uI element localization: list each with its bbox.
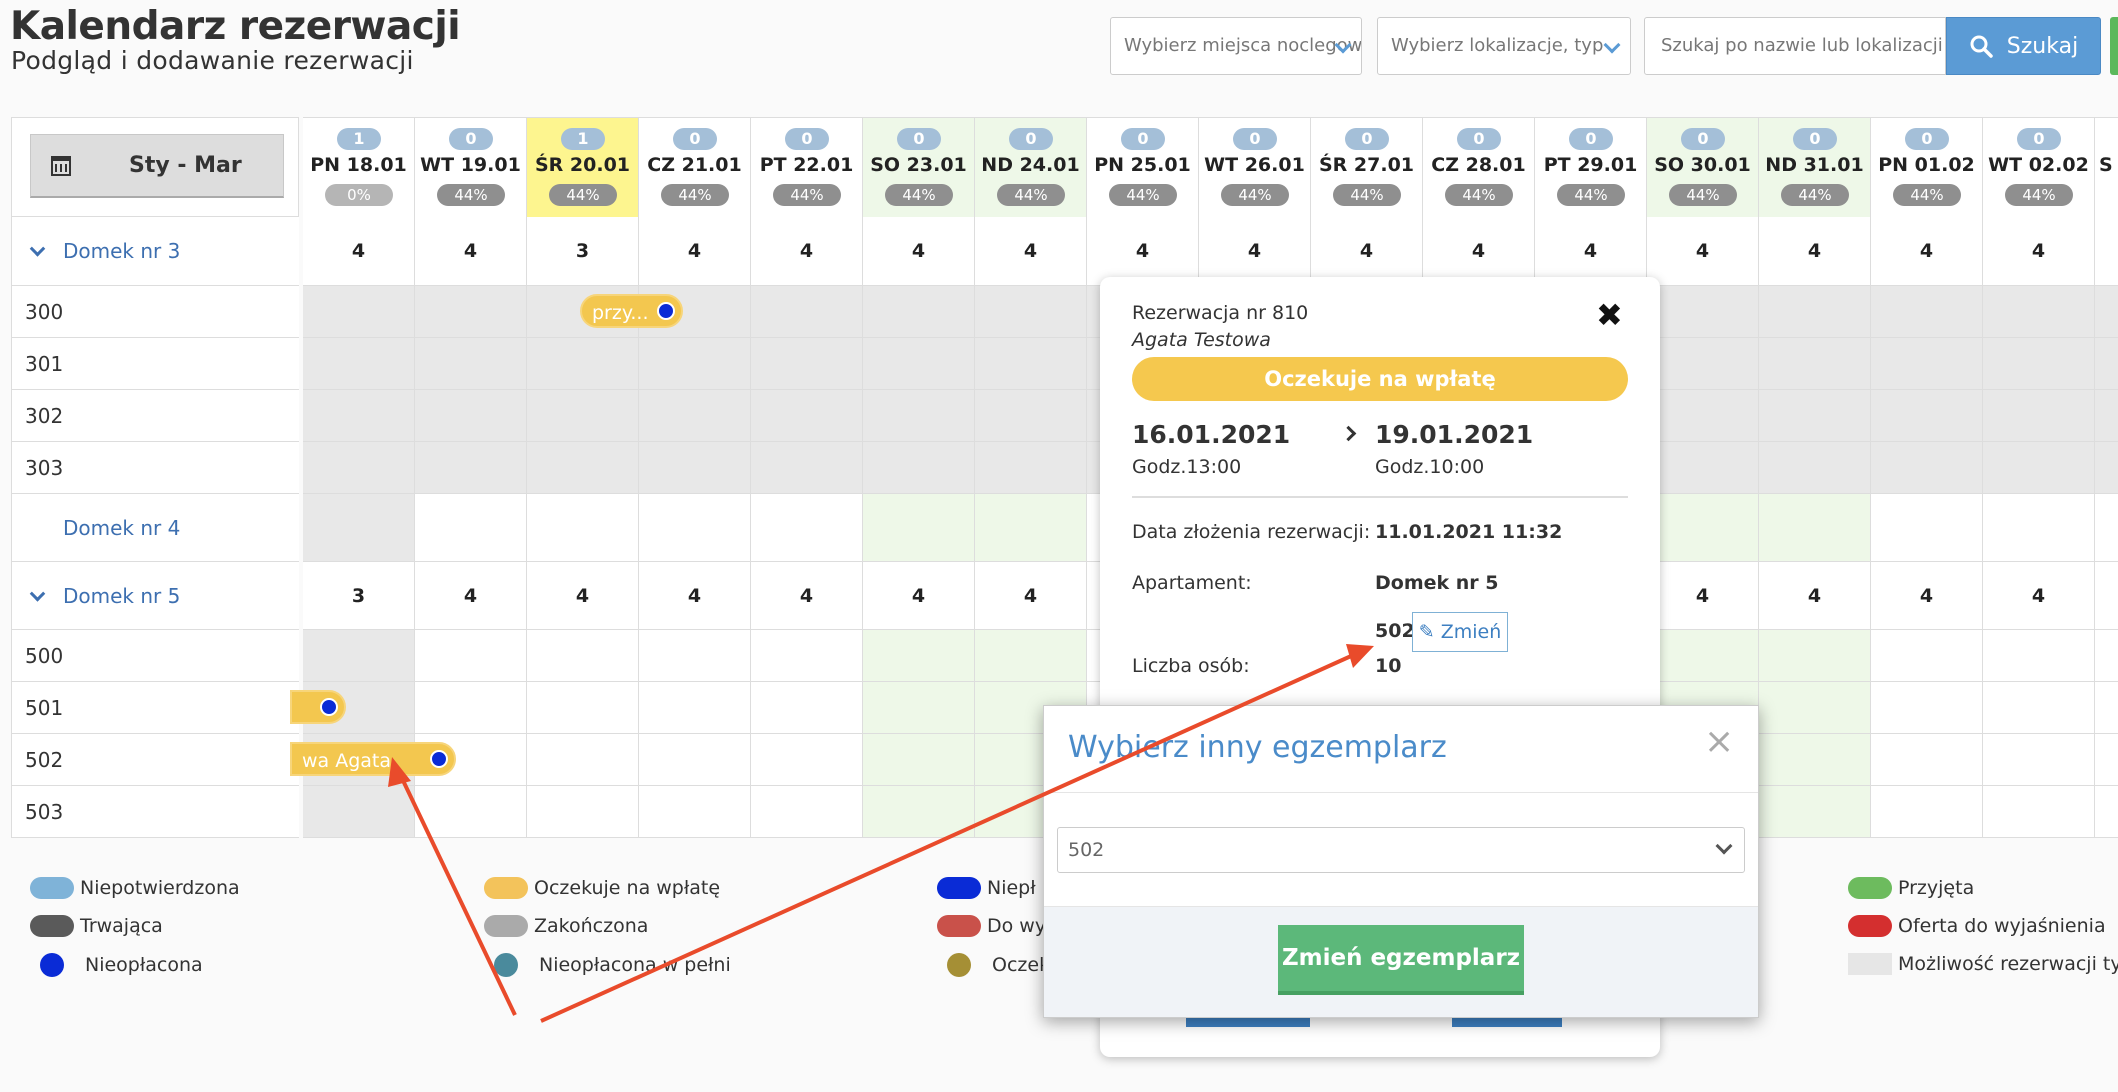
annotation-arrows [388, 644, 1374, 1023]
arrowhead [1346, 644, 1374, 668]
arrowhead [388, 757, 411, 787]
annotation-arrow [540, 650, 1361, 1023]
annotation-arrow [396, 769, 517, 1016]
